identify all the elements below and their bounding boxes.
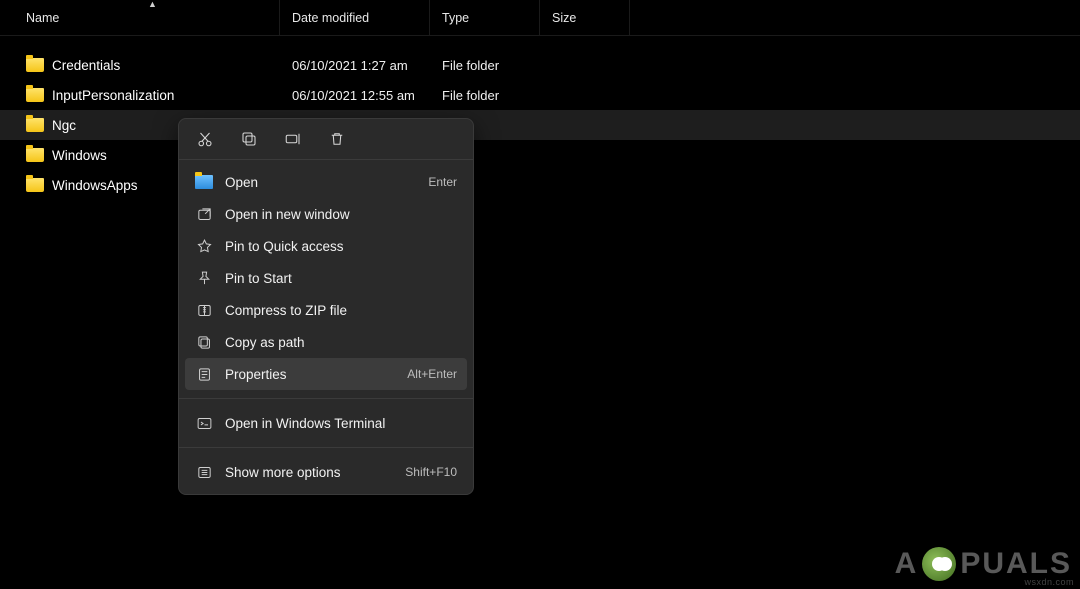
- context-menu-item[interactable]: Properties Alt+Enter: [185, 358, 467, 390]
- context-menu-item[interactable]: Open in Windows Terminal: [185, 407, 467, 439]
- context-menu-label: Open in new window: [225, 207, 445, 222]
- context-menu-item[interactable]: Open in new window: [185, 198, 467, 230]
- file-date: 06/10/2021 12:55 am: [280, 88, 430, 103]
- open-folder-icon: [195, 175, 213, 189]
- context-menu-item[interactable]: Copy as path: [185, 326, 467, 358]
- column-header-name[interactable]: ▲ Name: [26, 0, 280, 35]
- context-menu-separator: [179, 398, 473, 399]
- column-header-label: Type: [442, 11, 469, 25]
- cut-icon[interactable]: [195, 129, 215, 149]
- folder-icon: [26, 58, 44, 72]
- sort-ascending-icon: ▲: [148, 0, 157, 9]
- context-menu-hint: Shift+F10: [405, 465, 457, 479]
- zip-icon: [195, 301, 213, 319]
- context-menu-label: Copy as path: [225, 335, 445, 350]
- folder-icon: [26, 148, 44, 162]
- context-menu-label: Open in Windows Terminal: [225, 416, 445, 431]
- copy-path-icon: [195, 333, 213, 351]
- column-header-label: Date modified: [292, 11, 369, 25]
- copy-icon[interactable]: [239, 129, 259, 149]
- file-type: File folder: [430, 58, 540, 73]
- column-header-label: Size: [552, 11, 576, 25]
- context-menu-item[interactable]: Pin to Quick access: [185, 230, 467, 262]
- more-icon: [195, 463, 213, 481]
- folder-icon: [26, 88, 44, 102]
- context-menu-item[interactable]: Show more options Shift+F10: [185, 456, 467, 488]
- folder-icon: [26, 178, 44, 192]
- context-menu-label: Compress to ZIP file: [225, 303, 445, 318]
- new-window-icon: [195, 205, 213, 223]
- file-row[interactable]: Ngc: [0, 110, 1080, 140]
- pin-icon: [195, 269, 213, 287]
- file-list: Credentials 06/10/2021 1:27 am File fold…: [0, 36, 1080, 200]
- context-menu-item[interactable]: Compress to ZIP file: [185, 294, 467, 326]
- context-menu-label: Open: [225, 175, 416, 190]
- star-icon: [195, 237, 213, 255]
- context-menu-icon-row: [179, 119, 473, 160]
- rename-icon[interactable]: [283, 129, 303, 149]
- delete-icon[interactable]: [327, 129, 347, 149]
- file-name: WindowsApps: [52, 178, 138, 193]
- properties-icon: [195, 365, 213, 383]
- file-row[interactable]: Windows: [0, 140, 1080, 170]
- file-date: 06/10/2021 1:27 am: [280, 58, 430, 73]
- file-row[interactable]: WindowsApps: [0, 170, 1080, 200]
- context-menu-label: Pin to Quick access: [225, 239, 445, 254]
- file-row[interactable]: InputPersonalization 06/10/2021 12:55 am…: [0, 80, 1080, 110]
- credit-text: wsxdn.com: [1024, 577, 1074, 587]
- column-header-size[interactable]: Size: [540, 0, 630, 35]
- file-name: Credentials: [52, 58, 120, 73]
- watermark: A PUALS: [895, 547, 1072, 581]
- context-menu-label: Show more options: [225, 465, 393, 480]
- open-icon: [195, 173, 213, 191]
- context-menu-item[interactable]: Open Enter: [185, 166, 467, 198]
- watermark-right: PUALS: [960, 547, 1072, 581]
- context-menu-label: Properties: [225, 367, 395, 382]
- context-menu-hint: Alt+Enter: [407, 367, 457, 381]
- context-menu-label: Pin to Start: [225, 271, 445, 286]
- watermark-badge-icon: [922, 547, 956, 581]
- file-name: Ngc: [52, 118, 76, 133]
- file-name: Windows: [52, 148, 107, 163]
- context-menu-separator: [179, 447, 473, 448]
- folder-icon: [26, 118, 44, 132]
- column-header-date[interactable]: Date modified: [280, 0, 430, 35]
- file-type: File folder: [430, 88, 540, 103]
- terminal-icon: [195, 414, 213, 432]
- column-header-type[interactable]: Type: [430, 0, 540, 35]
- context-menu: Open Enter Open in new window Pin to Qui…: [178, 118, 474, 495]
- context-menu-item[interactable]: Pin to Start: [185, 262, 467, 294]
- file-row[interactable]: Credentials 06/10/2021 1:27 am File fold…: [0, 50, 1080, 80]
- watermark-left: A: [895, 547, 919, 581]
- column-header-row: ▲ Name Date modified Type Size: [0, 0, 1080, 36]
- context-menu-hint: Enter: [428, 175, 457, 189]
- column-header-label: Name: [26, 11, 59, 25]
- file-name: InputPersonalization: [52, 88, 174, 103]
